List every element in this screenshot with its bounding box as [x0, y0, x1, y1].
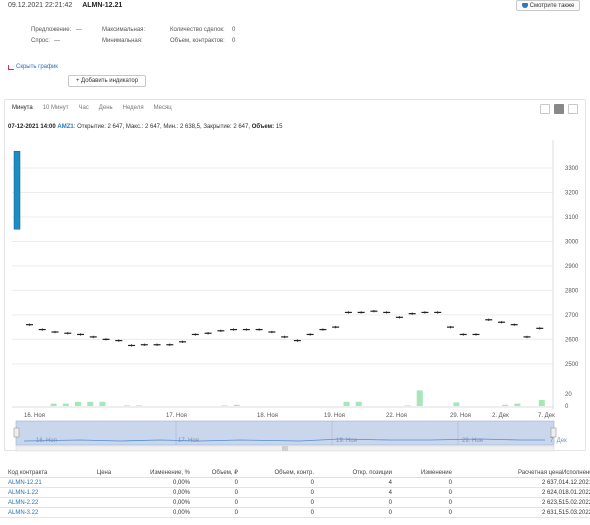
cell-open-interest: 0: [388, 509, 392, 516]
col-price: Цена: [96, 469, 112, 476]
cell-volume-contracts: 0: [310, 479, 314, 486]
time-axis-label: 18. Ноя: [257, 413, 278, 419]
table-row: ALMN-12.21 0,00% 0 0 4 0 2 637,0 14.12.2…: [0, 478, 590, 488]
cell-settlement: 2 624,0: [541, 489, 562, 496]
cell-settlement: 2 631,5: [541, 509, 562, 516]
volume-bar: [62, 403, 69, 406]
cell-expiry: 18.01.2022: [562, 489, 590, 496]
cell-settlement: 2 637,0: [541, 479, 562, 486]
time-axis-label: 19. Ноя: [324, 413, 345, 419]
cell-settlement: 2 623,5: [541, 499, 562, 506]
table-header: Код контракта Цена Изменение, % Объем, ₽…: [0, 468, 590, 478]
volume-bar: [502, 404, 509, 406]
price-axis-label: 3300: [565, 166, 579, 172]
contracts-table: Код контракта Цена Изменение, % Объем, ₽…: [0, 468, 590, 518]
col-volume-contracts: Объем, контр.: [274, 469, 314, 476]
contract-code-link[interactable]: ALMN-2.22: [0, 500, 80, 506]
volume-bar: [75, 401, 82, 406]
contract-code-link[interactable]: ALMN-1.22: [0, 490, 80, 496]
volume-bar: [453, 402, 460, 406]
volume-bar: [50, 403, 57, 406]
cell-volume-rub: 0: [234, 479, 238, 486]
cell-volume-contracts: 0: [310, 509, 314, 516]
volume-bar: [538, 400, 545, 406]
cell-volume-contracts: 0: [310, 489, 314, 496]
price-axis-label: 3200: [565, 190, 579, 196]
volume-axis-label: 20: [565, 392, 572, 398]
col-volume-rub: Объем, ₽: [211, 470, 238, 476]
price-axis-label: 2600: [565, 337, 579, 343]
price-axis-label: 3000: [565, 239, 579, 245]
col-code: Код контракта: [8, 469, 48, 476]
price-axis-label: 3100: [565, 215, 579, 221]
cell-volume-contracts: 0: [310, 499, 314, 506]
time-axis-label: 29. Ноя: [450, 413, 471, 419]
cell-volume-rub: 0: [234, 509, 238, 516]
price-axis-label: 2800: [565, 288, 579, 294]
cell-oi-change: 0: [448, 479, 452, 486]
time-axis-label: 7. Дек: [538, 413, 555, 419]
volume-axis-label: 0: [565, 404, 569, 410]
volume-bar: [416, 390, 423, 406]
navigator-label: 7. Дек: [550, 438, 567, 444]
cell-open-interest: 4: [388, 489, 392, 496]
cell-expiry: 14.12.2021: [562, 479, 590, 486]
contract-code-link[interactable]: ALMN-12.21: [0, 480, 80, 486]
navigator-left-handle: [13, 427, 20, 438]
navigator-label: 29. Ноя: [462, 438, 483, 444]
col-change-pct: Изменение, %: [150, 469, 190, 476]
cell-oi-change: 0: [448, 489, 452, 496]
cell-expiry: 15.03.2022: [562, 509, 590, 516]
time-axis-label: 2. Дек: [492, 413, 509, 419]
volume-bar: [233, 404, 240, 406]
price-chart[interactable]: 3300 3200 3100 3000 2900 2800 2700 2600 2500 20 0 1…: [0, 0, 590, 455]
cell-volume-rub: 0: [234, 499, 238, 506]
time-axis-label: 16. Ноя: [24, 413, 45, 419]
volume-bar: [221, 405, 228, 406]
price-axis-label: 2900: [565, 264, 579, 270]
cell-open-interest: 0: [388, 499, 392, 506]
cell-change-pct: 0,00%: [172, 509, 190, 516]
navigator-label: 19. Ноя: [336, 438, 357, 444]
table-row: ALMN-2.22 0,00% 0 0 0 0 2 623,5 15.02.20…: [0, 498, 590, 508]
volume-bar: [87, 401, 94, 406]
cell-open-interest: 4: [388, 479, 392, 486]
price-axis-label: 2500: [565, 362, 579, 368]
cell-volume-rub: 0: [234, 489, 238, 496]
cell-oi-change: 0: [448, 509, 452, 516]
volume-bar: [123, 405, 130, 406]
volume-bar: [99, 401, 106, 406]
contract-code-link[interactable]: ALMN-3.22: [0, 510, 80, 516]
time-axis-label: 17. Ноя: [166, 413, 187, 419]
col-expiry: Исполнение: [562, 469, 590, 476]
volume-bar: [514, 403, 521, 406]
volume-bar: [404, 405, 411, 406]
volume-bar: [343, 401, 350, 406]
cell-expiry: 15.02.2022: [562, 499, 590, 506]
navigator-right-handle: [550, 427, 557, 438]
price-axis-label: 2700: [565, 313, 579, 319]
col-open-interest: Откр. позиции: [352, 469, 392, 476]
volume-bar: [355, 401, 362, 406]
volume-bar: [136, 405, 143, 406]
time-axis-label: 22. Ноя: [386, 413, 407, 419]
navigator-label: 16. Ноя: [36, 438, 57, 444]
col-oi-change: Изменение: [420, 469, 452, 476]
navigator-label: 17. Ноя: [178, 438, 199, 444]
navigator-scroll-thumb: [282, 446, 288, 451]
col-settlement: Расчетная цена: [517, 469, 562, 476]
table-row: ALMN-3.22 0,00% 0 0 0 0 2 631,5 15.03.20…: [0, 508, 590, 518]
cell-oi-change: 0: [448, 499, 452, 506]
table-row: ALMN-1.22 0,00% 0 0 4 0 2 624,0 18.01.20…: [0, 488, 590, 498]
cell-change-pct: 0,00%: [172, 489, 190, 496]
cell-change-pct: 0,00%: [172, 479, 190, 486]
cell-change-pct: 0,00%: [172, 499, 190, 506]
highlight-candle: [13, 151, 21, 230]
